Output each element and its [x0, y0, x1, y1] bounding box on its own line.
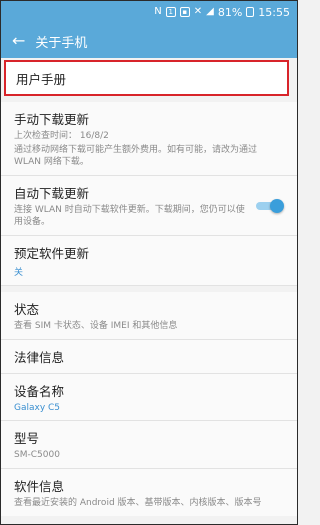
manual-update-title: 手动下载更新	[14, 112, 90, 127]
page-title: 关于手机	[35, 35, 88, 51]
n-icon: N	[154, 6, 162, 17]
device-name-item[interactable]: 设备名称 Galaxy C5	[0, 374, 298, 421]
manual-update-desc: 通过移动网络下载可能产生额外费用。如有可能，请改为通过 WLAN 网络下载。	[14, 145, 258, 167]
legal-item[interactable]: 法律信息	[0, 340, 298, 374]
app-bar: ← 关于手机	[0, 24, 298, 58]
software-info-desc: 查看最近安装的 Android 版本、基带版本、内核版本、版本号	[14, 498, 262, 508]
auto-update-toggle[interactable]	[254, 198, 284, 213]
status-desc: 查看 SIM 卡状态、设备 IMEI 和其他信息	[14, 321, 178, 331]
manual-update-item[interactable]: 手动下载更新 上次检查时间： 16/8/2 通过移动网络下载可能产生额外费用。如…	[0, 102, 298, 176]
auto-update-title: 自动下载更新	[14, 186, 90, 201]
legal-title: 法律信息	[14, 350, 65, 365]
clock: 15:55	[258, 5, 290, 19]
software-info-item[interactable]: 软件信息 查看最近安装的 Android 版本、基带版本、内核版本、版本号	[0, 469, 298, 516]
battery-icon	[246, 7, 255, 17]
model-item: 型号 SM-C5000	[0, 421, 298, 469]
device-name-value: Galaxy C5	[14, 403, 61, 413]
mute-icon: ✕	[193, 6, 203, 17]
auto-update-desc: 连接 WLAN 时自动下载软件更新。下载期间，您仍可以使用设备。	[14, 205, 245, 227]
scheduled-update-title: 预定软件更新	[14, 246, 90, 261]
manual-update-last-check: 上次检查时间： 16/8/2	[14, 131, 109, 141]
settings-list: 用户手册 手动下载更新 上次检查时间： 16/8/2 通过移动网络下载可能产生额…	[0, 60, 298, 516]
notification-icon: 1	[165, 7, 176, 17]
user-manual-item[interactable]: 用户手册	[4, 60, 289, 96]
model-title: 型号	[14, 431, 40, 446]
battery-level: 81%	[217, 5, 243, 19]
software-info-title: 软件信息	[14, 479, 65, 494]
auto-update-item[interactable]: 自动下载更新 连接 WLAN 时自动下载软件更新。下载期间，您仍可以使用设备。	[0, 176, 298, 236]
toggle-knob	[270, 198, 284, 213]
user-manual-label: 用户手册	[16, 71, 67, 87]
back-arrow-icon[interactable]: ←	[12, 33, 25, 49]
scheduled-update-item[interactable]: 预定软件更新 关	[0, 236, 298, 286]
image-icon: ▪	[179, 7, 190, 17]
signal-icon: ◢	[206, 6, 214, 17]
scheduled-update-value: 关	[14, 268, 24, 278]
status-title: 状态	[14, 302, 40, 317]
model-value: SM-C5000	[14, 450, 60, 460]
status-bar: N 1 ▪ ✕ ◢ 81% 15:55	[0, 0, 298, 24]
device-name-title: 设备名称	[14, 384, 65, 399]
status-item[interactable]: 状态 查看 SIM 卡状态、设备 IMEI 和其他信息	[0, 292, 298, 340]
